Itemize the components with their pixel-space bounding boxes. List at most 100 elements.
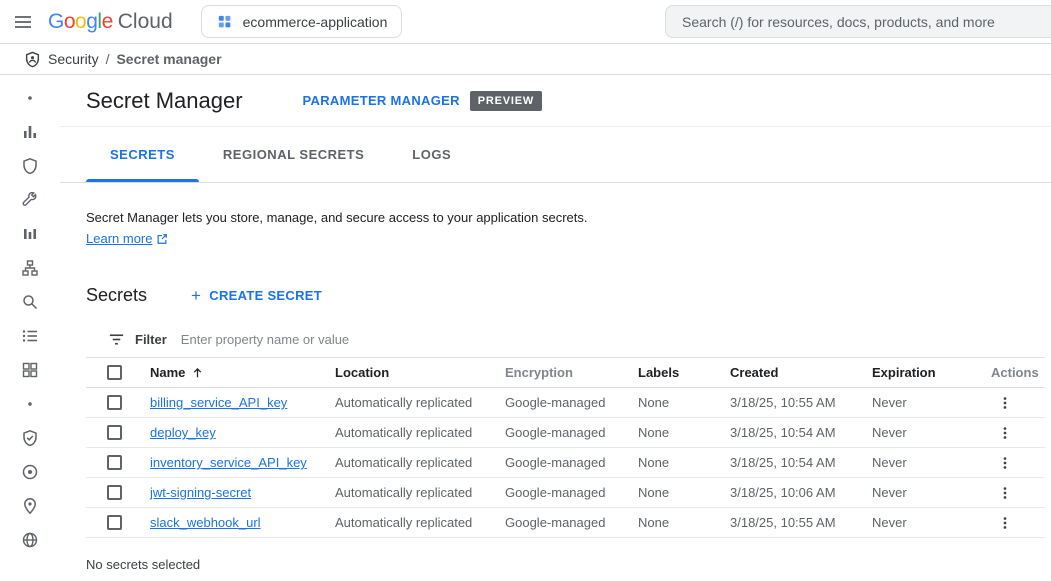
logo-letter: e bbox=[102, 10, 113, 34]
secret-location: Automatically replicated bbox=[335, 425, 505, 440]
row-checkbox[interactable] bbox=[107, 515, 122, 530]
secret-name-link[interactable]: billing_service_API_key bbox=[150, 395, 287, 410]
column-header-labels: Labels bbox=[638, 365, 730, 380]
column-header-expiration: Expiration bbox=[872, 365, 985, 380]
secret-location: Automatically replicated bbox=[335, 485, 505, 500]
secret-created: 3/18/25, 10:55 AM bbox=[730, 515, 872, 530]
marker-icon bbox=[21, 497, 39, 515]
network-icon bbox=[21, 259, 39, 277]
secret-expiration: Never bbox=[872, 425, 985, 440]
table-row: billing_service_API_key Automatically re… bbox=[86, 388, 1045, 418]
hamburger-menu-button[interactable] bbox=[0, 0, 46, 44]
secret-name-link[interactable]: deploy_key bbox=[150, 425, 216, 440]
wrench-icon bbox=[21, 191, 39, 209]
secrets-section-header: Secrets + CREATE SECRET bbox=[86, 285, 1025, 306]
sidebar-item-10[interactable] bbox=[12, 387, 48, 421]
secrets-table: Filter Name Location Encryption Labels C… bbox=[86, 322, 1045, 538]
tab-logs[interactable]: LOGS bbox=[388, 127, 475, 182]
secret-expiration: Never bbox=[872, 395, 985, 410]
filter-label: Filter bbox=[135, 332, 167, 347]
row-checkbox[interactable] bbox=[107, 395, 122, 410]
search-box[interactable] bbox=[665, 5, 1051, 38]
policy-search-icon bbox=[21, 293, 39, 311]
row-actions-menu-button[interactable] bbox=[989, 389, 1021, 417]
parameter-manager-link[interactable]: PARAMETER MANAGER bbox=[303, 93, 460, 108]
target-icon bbox=[21, 463, 39, 481]
breadcrumb: Security / Secret manager bbox=[0, 44, 1051, 75]
main-content: Secret Manager PARAMETER MANAGER PREVIEW… bbox=[60, 75, 1051, 580]
sidebar-item-12[interactable] bbox=[12, 455, 48, 489]
equalizer-icon bbox=[21, 123, 39, 141]
column-header-name[interactable]: Name bbox=[150, 365, 335, 380]
globe-icon bbox=[21, 531, 39, 549]
row-actions-menu-button[interactable] bbox=[989, 449, 1021, 477]
logo-letter: o bbox=[75, 10, 86, 34]
sidebar-item-11[interactable] bbox=[12, 421, 48, 455]
learn-more-label: Learn more bbox=[86, 229, 152, 249]
filter-icon bbox=[108, 331, 125, 348]
sidebar-item-9[interactable] bbox=[12, 353, 48, 387]
tab-secrets[interactable]: SECRETS bbox=[86, 127, 199, 182]
sort-ascending-icon bbox=[191, 366, 204, 379]
secret-expiration: Never bbox=[872, 485, 985, 500]
secret-expiration: Never bbox=[872, 515, 985, 530]
secret-encryption: Google-managed bbox=[505, 425, 638, 440]
topbar: Google Cloud ecommerce-application bbox=[0, 0, 1051, 44]
vertical-dots-icon bbox=[997, 455, 1013, 471]
row-actions-menu-button[interactable] bbox=[989, 479, 1021, 507]
vertical-dots-icon bbox=[997, 485, 1013, 501]
sidebar-item-5[interactable] bbox=[12, 217, 48, 251]
table-row: inventory_service_API_key Automatically … bbox=[86, 448, 1045, 478]
column-header-location: Location bbox=[335, 365, 505, 380]
project-icon bbox=[216, 13, 233, 30]
logo-letter: o bbox=[64, 10, 75, 34]
secret-labels: None bbox=[638, 515, 730, 530]
sidebar-item-1[interactable] bbox=[12, 81, 48, 115]
sidebar-item-3[interactable] bbox=[12, 149, 48, 183]
secrets-table-body: billing_service_API_key Automatically re… bbox=[86, 388, 1045, 538]
filter-input[interactable] bbox=[181, 332, 1045, 347]
secrets-heading: Secrets bbox=[86, 285, 147, 306]
filter-bar: Filter bbox=[86, 322, 1045, 358]
shield-check-icon bbox=[21, 429, 39, 447]
logo-letter: g bbox=[86, 10, 97, 34]
row-checkbox[interactable] bbox=[107, 485, 122, 500]
external-link-icon bbox=[156, 233, 168, 245]
breadcrumb-security-link[interactable]: Security bbox=[48, 51, 99, 67]
table-header-row: Name Location Encryption Labels Created … bbox=[86, 358, 1045, 388]
create-secret-button[interactable]: + CREATE SECRET bbox=[191, 287, 322, 304]
logo-cloud-text: Cloud bbox=[118, 10, 173, 34]
row-actions-menu-button[interactable] bbox=[989, 419, 1021, 447]
search-input[interactable] bbox=[682, 14, 1051, 30]
secret-labels: None bbox=[638, 425, 730, 440]
secret-encryption: Google-managed bbox=[505, 515, 638, 530]
learn-more-link[interactable]: Learn more bbox=[86, 229, 168, 249]
selection-status: No secrets selected bbox=[86, 557, 1051, 572]
row-checkbox[interactable] bbox=[107, 455, 122, 470]
table-row: slack_webhook_url Automatically replicat… bbox=[86, 508, 1045, 538]
sidebar-item-14[interactable] bbox=[12, 523, 48, 557]
page-header: Secret Manager PARAMETER MANAGER PREVIEW bbox=[60, 75, 1051, 127]
secret-name-link[interactable]: jwt-signing-secret bbox=[150, 485, 251, 500]
secret-location: Automatically replicated bbox=[335, 455, 505, 470]
secret-encryption: Google-managed bbox=[505, 395, 638, 410]
row-actions-menu-button[interactable] bbox=[989, 509, 1021, 537]
google-cloud-logo[interactable]: Google Cloud bbox=[48, 10, 173, 34]
sidebar-item-13[interactable] bbox=[12, 489, 48, 523]
sidebar-item-8[interactable] bbox=[12, 319, 48, 353]
logo-letter: G bbox=[48, 10, 64, 34]
shield-icon bbox=[21, 157, 39, 175]
sidebar-item-2[interactable] bbox=[12, 115, 48, 149]
tab-regional-secrets[interactable]: REGIONAL SECRETS bbox=[199, 127, 388, 182]
sidebar-item-4[interactable] bbox=[12, 183, 48, 217]
sidebar-item-7[interactable] bbox=[12, 285, 48, 319]
secret-created: 3/18/25, 10:54 AM bbox=[730, 425, 872, 440]
row-checkbox[interactable] bbox=[107, 425, 122, 440]
sidebar-item-6[interactable] bbox=[12, 251, 48, 285]
secret-name-link[interactable]: inventory_service_API_key bbox=[150, 455, 307, 470]
select-all-checkbox[interactable] bbox=[107, 365, 122, 380]
column-header-actions: Actions bbox=[985, 365, 1045, 380]
project-selector[interactable]: ecommerce-application bbox=[201, 5, 403, 38]
secret-name-link[interactable]: slack_webhook_url bbox=[150, 515, 261, 530]
breadcrumb-current-page: Secret manager bbox=[116, 51, 221, 67]
